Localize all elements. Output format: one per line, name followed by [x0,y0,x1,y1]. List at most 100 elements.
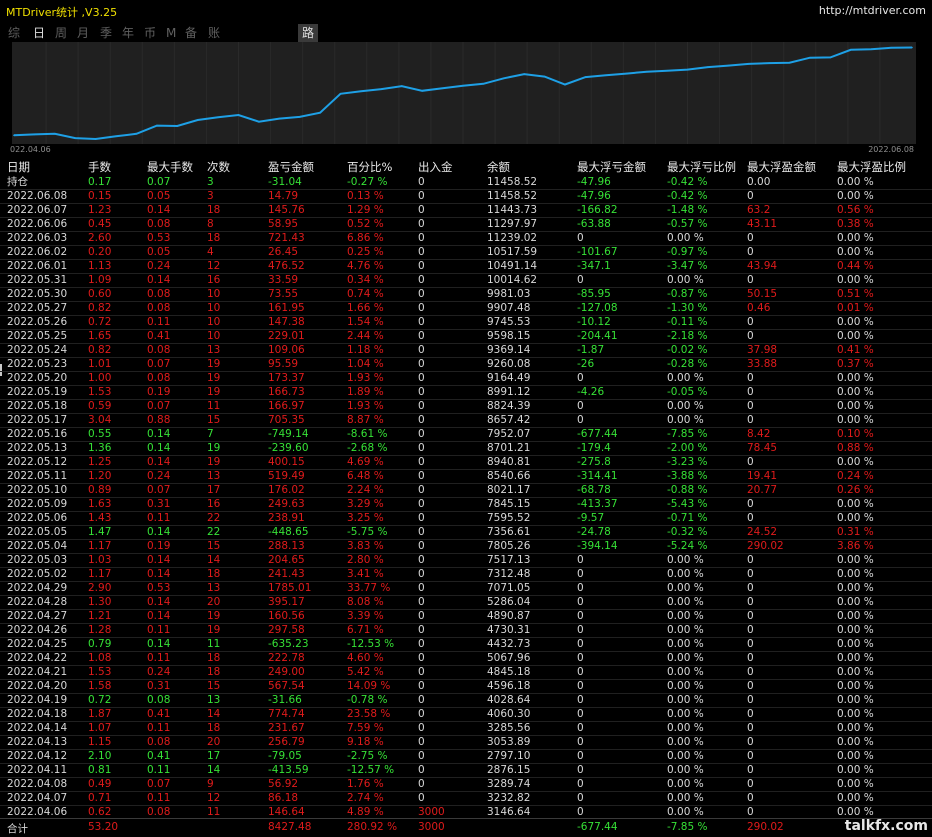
cell-9: -3.88 % [667,470,708,482]
column-header-2[interactable]: 最大手数 [147,160,193,174]
cell-0: 2022.05.10 [7,484,68,496]
cell-8: 0 [577,596,584,608]
tab-3[interactable]: 月 [77,24,89,42]
column-header-10[interactable]: 最大浮盈金额 [747,160,816,174]
cell-7: 4730.31 [487,624,531,636]
cell-7: 10517.59 [487,246,538,258]
tab-0[interactable]: 综 [8,24,20,42]
table-row[interactable]: 2022.04.18 1.87 0.41 14 774.74 23.58 % 0 4060.3… [0,707,932,721]
chart-x-end-label: 2022.06.08 [868,145,914,154]
tab-9[interactable]: 账户 [208,24,220,58]
table-row[interactable]: 2022.05.11 1.20 0.24 13 519.49 6.48 % 0 8540.66… [0,469,932,483]
column-header-9[interactable]: 最大浮亏比例 [667,160,736,174]
cell-6: 0 [418,680,425,692]
table-row[interactable]: 2022.04.27 1.21 0.14 19 160.56 3.39 % 0 4890.87… [0,609,932,623]
cell-6: 0 [418,652,425,664]
table-row[interactable]: 2022.05.23 1.01 0.07 19 95.59 1.04 % 0 9260.08 -… [0,357,932,371]
table-row[interactable]: 2022.05.03 1.03 0.14 14 204.65 2.80 % 0 7517.13… [0,553,932,567]
table-row[interactable]: 2022.04.20 1.58 0.31 15 567.54 14.09 % 0 4596.1… [0,679,932,693]
table-row[interactable]: 2022.04.22 1.08 0.11 18 222.78 4.60 % 0 5067.96… [0,651,932,665]
table-row[interactable]: 2022.06.07 1.23 0.14 18 145.76 1.29 % 0 11443.7… [0,203,932,217]
cell-4: 176.02 [268,484,305,496]
cell-9: -1.30 % [667,302,708,314]
cell-2: 0.08 [147,372,171,384]
tab-10[interactable]: 路径 [298,24,319,58]
column-header-7[interactable]: 余额 [487,160,510,174]
table-row[interactable]: 2022.05.12 1.25 0.14 19 400.15 4.69 % 0 8940.81… [0,455,932,469]
table-row[interactable]: 2022.04.06 0.62 0.08 11 146.64 4.89 % 3000 3146… [0,805,932,819]
chart-x-start-label: 022.04.06 [10,145,51,154]
tab-6[interactable]: 币 [144,24,156,42]
table-row[interactable]: 2022.05.16 0.55 0.14 7 -749.14 -8.61 % 0 7952.0… [0,427,932,441]
cell-6: 0 [418,428,425,440]
table-row[interactable]: 2022.05.26 0.72 0.11 10 147.38 1.54 % 0 9745.53… [0,315,932,329]
table-row[interactable]: 2022.06.02 0.20 0.05 4 26.45 0.25 % 0 10517.59 -… [0,245,932,259]
balance-point-38 [788,61,791,64]
cell-10: 0 [747,806,754,818]
cell-11: 0.00 % [837,680,874,692]
tab-4[interactable]: 季 [100,24,112,42]
website-link[interactable]: http://mtdriver.com [819,4,926,17]
table-row[interactable]: 2022.05.31 1.09 0.14 16 33.59 0.34 % 0 10014.62… [0,273,932,287]
table-row[interactable]: 2022.04.13 1.15 0.08 20 256.79 9.18 % 0 3053.89… [0,735,932,749]
cell-0: 2022.06.02 [7,246,68,258]
table-row[interactable]: 2022.05.09 1.63 0.31 16 249.63 3.29 % 0 7845.15… [0,497,932,511]
column-header-3[interactable]: 次数 [207,160,230,174]
cell-4: 297.58 [268,624,305,636]
tab-5[interactable]: 年 [122,24,134,42]
table-row[interactable]: 2022.06.06 0.45 0.08 8 58.95 0.52 % 0 11297.97 -… [0,217,932,231]
table-row[interactable]: 2022.04.12 2.10 0.41 17 -79.05 -2.75 % 0 2797.1… [0,749,932,763]
cell-1: 1.58 [88,680,112,692]
tab-7[interactable]: M [166,24,176,42]
table-row[interactable]: 2022.05.20 1.00 0.08 19 173.37 1.93 % 0 9164.49… [0,371,932,385]
table-row[interactable]: 2022.05.25 1.65 0.41 10 229.01 2.44 % 0 9598.15… [0,329,932,343]
table-row[interactable]: 2022.04.08 0.49 0.07 9 56.92 1.76 % 0 3289.74 0 0… [0,777,932,791]
column-header-0[interactable]: 日期 [7,160,30,174]
table-row[interactable]: 2022.05.30 0.60 0.08 10 73.55 0.74 % 0 9981.03 -… [0,287,932,301]
column-header-11[interactable]: 最大浮盈比例 [837,160,906,174]
tab-1[interactable]: 日 [33,24,45,42]
table-row[interactable]: 2022.06.01 1.13 0.24 12 476.52 4.76 % 0 10491.1… [0,259,932,273]
tab-2[interactable]: 周 [55,24,67,42]
table-row[interactable]: 2022.04.14 1.07 0.11 18 231.67 7.59 % 0 3285.56… [0,721,932,735]
cell-0: 2022.05.20 [7,372,68,384]
table-row[interactable]: 2022.06.08 0.15 0.05 3 14.79 0.13 % 0 11458.52 -… [0,189,932,203]
cell-9: -0.05 % [667,386,708,398]
table-row[interactable]: 2022.05.17 3.04 0.88 15 705.35 8.87 % 0 8657.42… [0,413,932,427]
table-row[interactable]: 2022.05.19 1.53 0.19 19 166.73 1.89 % 0 8991.12… [0,385,932,399]
table-row[interactable]: 2022.05.18 0.59 0.07 11 166.97 1.93 % 0 8824.39… [0,399,932,413]
table-row[interactable]: 2022.04.25 0.79 0.14 11 -635.23 -12.53 % 0 4432… [0,637,932,651]
column-header-1[interactable]: 手数 [88,160,111,174]
table-row[interactable]: 2022.05.06 1.43 0.11 22 238.91 3.25 % 0 7595.52… [0,511,932,525]
column-header-5[interactable]: 百分比% [347,160,392,174]
column-header-4[interactable]: 盈亏金额 [268,160,314,174]
table-row[interactable]: 2022.04.07 0.71 0.11 12 86.18 2.74 % 0 3232.82 0… [0,791,932,805]
cell-8: -63.88 [577,218,611,230]
table-row[interactable]: 2022.04.11 0.81 0.11 14 -413.59 -12.57 % 0 2876… [0,763,932,777]
table-row[interactable]: 2022.04.19 0.72 0.08 13 -31.66 -0.78 % 0 4028.6… [0,693,932,707]
table-row[interactable]: 2022.04.29 2.90 0.53 13 1785.01 33.77 % 0 7071.… [0,581,932,595]
column-header-8[interactable]: 最大浮亏金额 [577,160,646,174]
tab-8[interactable]: 备 [185,24,197,42]
cell-2: 0.07 [147,400,171,412]
cell-9: 0.00 % [667,400,704,412]
table-row[interactable]: 2022.05.10 0.89 0.07 17 176.02 2.24 % 0 8021.17… [0,483,932,497]
table-row[interactable]: 2022.05.04 1.17 0.19 15 288.13 3.83 % 0 7805.26… [0,539,932,553]
table-row[interactable]: 2022.04.28 1.30 0.14 20 395.17 8.08 % 0 5286.04… [0,595,932,609]
table-row[interactable]: 2022.05.27 0.82 0.08 10 161.95 1.66 % 0 9907.48… [0,301,932,315]
table-row[interactable]: 2022.05.05 1.47 0.14 22 -448.65 -5.75 % 0 7356.… [0,525,932,539]
balance-point-30 [625,72,628,75]
table-row[interactable]: 2022.04.26 1.28 0.11 19 297.58 6.71 % 0 4730.31… [0,623,932,637]
table-row[interactable]: 2022.05.24 0.82 0.08 13 109.06 1.18 % 0 9369.14… [0,343,932,357]
table-row[interactable]: 2022.05.02 1.17 0.14 18 241.43 3.41 % 0 7312.48… [0,567,932,581]
cell-9: -0.42 % [667,190,708,202]
table-row[interactable]: 2022.04.21 1.53 0.24 18 249.00 5.42 % 0 4845.18… [0,665,932,679]
cell-8: 0 [577,638,584,650]
cell-11: 0.00 % [837,316,874,328]
table-row[interactable]: 2022.06.03 2.60 0.53 18 721.43 6.86 % 0 11239.0… [0,231,932,245]
cell-5: 0.13 % [347,190,384,202]
table-row-position[interactable]: 持仓 0.17 0.07 3 -31.04 -0.27 % 0 11458.52 -47.96 -… [0,175,932,189]
cell-10: 290.02 [747,540,784,552]
column-header-6[interactable]: 出入金 [418,160,453,174]
table-row[interactable]: 2022.05.13 1.36 0.14 19 -239.60 -2.68 % 0 8701.… [0,441,932,455]
